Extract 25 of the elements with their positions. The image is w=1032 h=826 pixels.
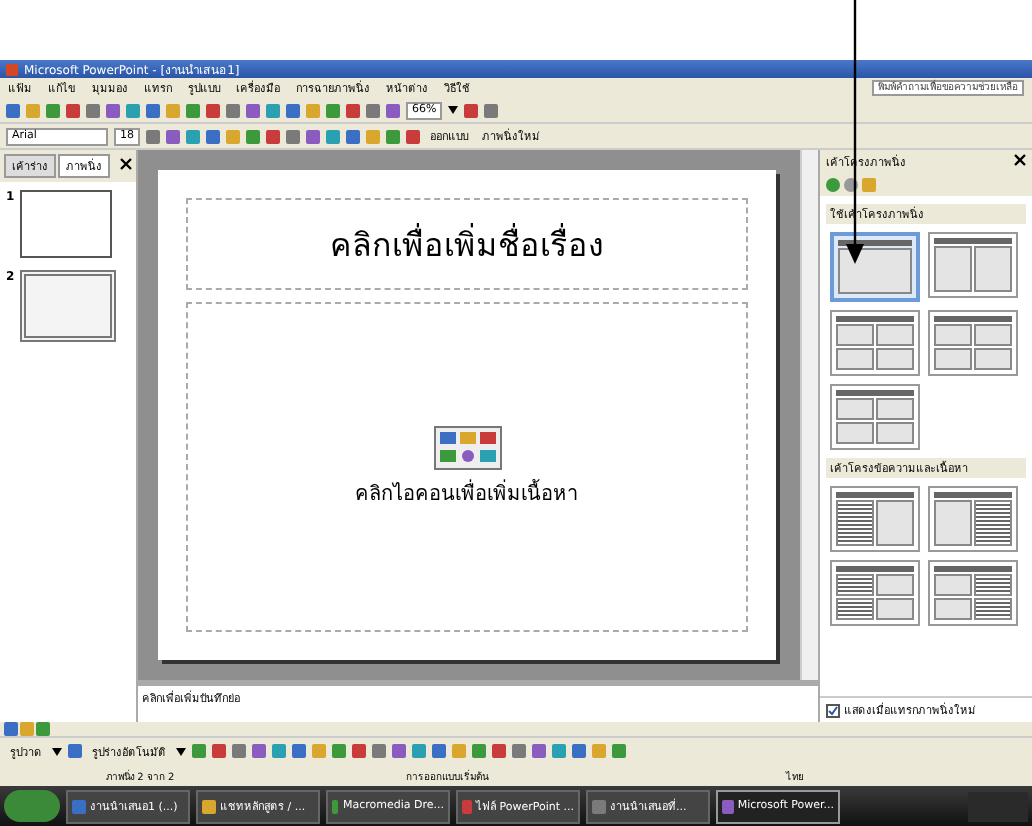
- slide-thumbnail[interactable]: [20, 270, 117, 342]
- layout-thumbnail[interactable]: [928, 486, 1018, 552]
- scroll-bar[interactable]: [800, 150, 818, 680]
- layout-thumbnail[interactable]: [928, 560, 1018, 626]
- start-button[interactable]: [4, 790, 60, 822]
- slide-thumbnail[interactable]: [20, 190, 113, 258]
- close-icon[interactable]: [120, 158, 132, 170]
- layout-thumbnail[interactable]: [830, 310, 920, 376]
- layout-thumbnail[interactable]: [830, 486, 920, 552]
- title-placeholder[interactable]: คลิกเพื่อเพิ่มชื่อเรื่อง: [186, 198, 748, 290]
- layout-thumbnail[interactable]: [928, 310, 1018, 376]
- content-placeholder[interactable]: คลิกไอคอนเพื่อเพิ่มเนื้อหา: [186, 302, 748, 632]
- layout-thumbnail[interactable]: [928, 232, 1018, 298]
- layout-thumbnail[interactable]: [830, 232, 920, 302]
- checkbox[interactable]: [826, 703, 840, 717]
- content-icons-drawing[interactable]: [433, 426, 501, 470]
- caret-icon[interactable]: [52, 747, 62, 755]
- layout-thumbnail[interactable]: [830, 384, 920, 450]
- layout-thumbnail[interactable]: [830, 560, 920, 626]
- app-icon: [6, 63, 18, 75]
- caret-icon[interactable]: [448, 106, 459, 114]
- close-icon[interactable]: [1014, 154, 1026, 166]
- content-hint: คลิกไอคอนเพื่อเพิ่มเนื้อหา: [355, 478, 579, 508]
- system-tray: [968, 791, 1028, 821]
- caret-icon[interactable]: [176, 747, 186, 755]
